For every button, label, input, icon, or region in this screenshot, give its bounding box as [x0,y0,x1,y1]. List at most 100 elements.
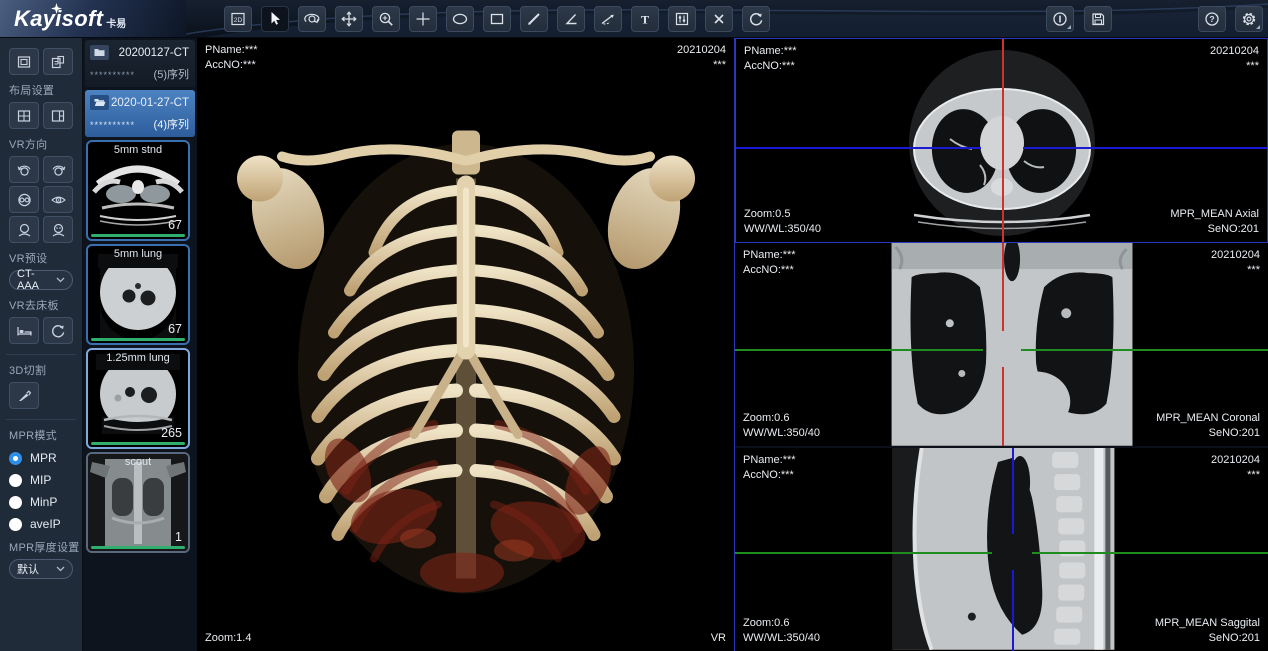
measure-angle-button[interactable] [557,6,585,32]
mpr-mode-option-mpr[interactable]: MPR [9,451,73,465]
study-title: 2020-01-27-CT [111,97,189,109]
rect-roi-button[interactable] [483,6,511,32]
coronal-series-readout: MPR_MEAN Coronal SeNO:201 [1156,411,1260,441]
delete-annotation-button[interactable] [705,6,733,32]
vr-viewport[interactable]: PName:*** AccNO:*** 20210204 *** Zoom:1.… [197,38,734,651]
cobb-angle-button[interactable] [594,6,622,32]
head-rotate-right-button[interactable] [43,156,73,183]
layout-single-button[interactable] [9,48,39,75]
scalpel-icon [16,388,32,404]
series-info-button[interactable] [1046,6,1074,32]
vr-mode-readout: VR [711,631,726,646]
folder-closed-icon [90,45,109,60]
study-item-selected[interactable]: 2020-01-27-CT ********** (4)序列 [85,90,195,137]
head-rotate-left-button[interactable] [9,156,39,183]
mpr-mode-option-minp[interactable]: MinP [9,495,73,509]
thumbnail-5mm-stnd[interactable]: 5mm stnd 67 [86,140,190,241]
vr-study-date: 20210204 [677,43,726,58]
main-toolbar: 2D [224,6,770,32]
text-annotation-button[interactable]: T [631,6,659,32]
head-back-button[interactable] [9,216,39,243]
thumbnail-progress-bar [91,546,185,549]
layout-1-2-button[interactable] [43,102,73,129]
save-image-button[interactable] [1084,6,1112,32]
rotate-3d-button[interactable] [298,6,326,32]
head-front-button[interactable] [43,216,73,243]
axial-crosshair-vertical[interactable] [1002,39,1004,242]
reset-view-button[interactable] [742,6,770,32]
sagittal-crosshair-horizontal[interactable] [1032,552,1268,554]
zoom-tool-button[interactable] [372,6,400,32]
toolbar-right-group [1046,6,1112,32]
thumbnail-1-25mm-lung[interactable]: 1.25mm lung 265 [86,348,190,449]
mpr-mode-option-aveip[interactable]: aveIP [9,517,73,531]
thumbnail-label: 1.25mm lung [88,352,188,364]
rotate-3d-icon [303,11,321,27]
thumbnail-5mm-lung[interactable]: 5mm lung 67 [86,244,190,345]
help-button[interactable]: ? [1198,6,1226,32]
axial-crosshair-horizontal[interactable] [1023,147,1268,149]
thumbnail-scout[interactable]: scout 1 [86,452,190,553]
layout-edit-button[interactable] [43,48,73,75]
header: Kayisoft 卡易 2D [0,0,1268,38]
folder-open-icon [90,95,109,110]
face-glasses-icon [16,192,33,208]
zoom-in-icon [378,11,394,27]
axial-patient-info: PName:*** AccNO:*** [744,44,797,74]
layout-grid-2x2-button[interactable] [9,102,39,129]
face-glasses-button[interactable] [9,186,39,213]
layout-edit-icon [50,54,66,70]
sagittal-crosshair-vertical[interactable] [1012,448,1014,534]
coronal-crosshair-vertical[interactable] [1002,243,1004,331]
crosshair-icon [415,11,431,27]
window-level-button[interactable] [668,6,696,32]
delete-x-icon [711,11,727,27]
study-item[interactable]: 20200127-CT ********** (5)序列 [85,40,195,87]
radio-icon [9,496,22,509]
thumbnail-image-count: 1 [175,530,182,544]
ellipse-roi-button[interactable] [446,6,474,32]
crosshair-tool-button[interactable] [409,6,437,32]
mpr-sagittal-viewport[interactable]: PName:*** AccNO:*** 20210204 *** Zoom:0.… [735,448,1268,651]
coronal-crosshair-vertical[interactable] [1002,367,1004,446]
mpr-mode-option-mip[interactable]: MIP [9,473,73,487]
app-logo-cn: 卡易 [106,15,126,30]
thumbnail-image [88,454,188,551]
pan-tool-button[interactable] [335,6,363,32]
coronal-crosshair-horizontal[interactable] [735,349,983,351]
thumbnail-progress-bar [91,234,185,237]
mpr-mode-option-label: MinP [30,495,57,509]
mpr-thickness-label: MPR厚度设置 [9,539,73,555]
sagittal-crosshair-vertical[interactable] [1012,570,1014,651]
view-2d-button[interactable]: 2D [224,6,252,32]
settings-button[interactable] [1235,6,1263,32]
study-patient-masked: ********** [90,70,135,80]
sagittal-series-readout: MPR_MEAN Saggital SeNO:201 [1155,616,1260,646]
vr-preset-label: VR预设 [9,250,73,266]
content-area: 布局设置 VR方向 [0,38,1268,651]
coronal-crosshair-horizontal[interactable] [1021,349,1268,351]
mpr-thickness-select[interactable]: 默认 [9,559,73,579]
mpr-axial-viewport[interactable]: PName:*** AccNO:*** 20210204 *** Zoom:0.… [735,38,1268,243]
vr-preset-select[interactable]: CT-AAA [9,270,73,290]
view-2d-icon: 2D [230,11,246,27]
cursor-tool-button[interactable] [261,6,289,32]
vr-accno: AccNO:*** [205,58,258,73]
cursor-icon [267,11,283,27]
logo-star-icon [51,3,62,14]
measure-line-button[interactable] [520,6,548,32]
mpr-coronal-viewport[interactable]: PName:*** AccNO:*** 20210204 *** Zoom:0.… [735,243,1268,448]
cobb-angle-icon [599,11,617,27]
svg-text:?: ? [1209,14,1214,24]
sagittal-crosshair-horizontal[interactable] [735,552,992,554]
scalpel-button[interactable] [9,382,39,409]
vr-zoom-readout: Zoom:1.4 [205,631,251,646]
bed-reset-button[interactable] [43,317,73,344]
pan-icon [341,11,357,27]
mpr-mode-option-label: MPR [30,451,57,465]
axial-crosshair-horizontal[interactable] [736,147,981,149]
bed-remove-button[interactable] [9,317,39,344]
svg-text:2D: 2D [234,17,243,24]
rect-roi-icon [489,11,505,27]
eye-front-button[interactable] [43,186,73,213]
